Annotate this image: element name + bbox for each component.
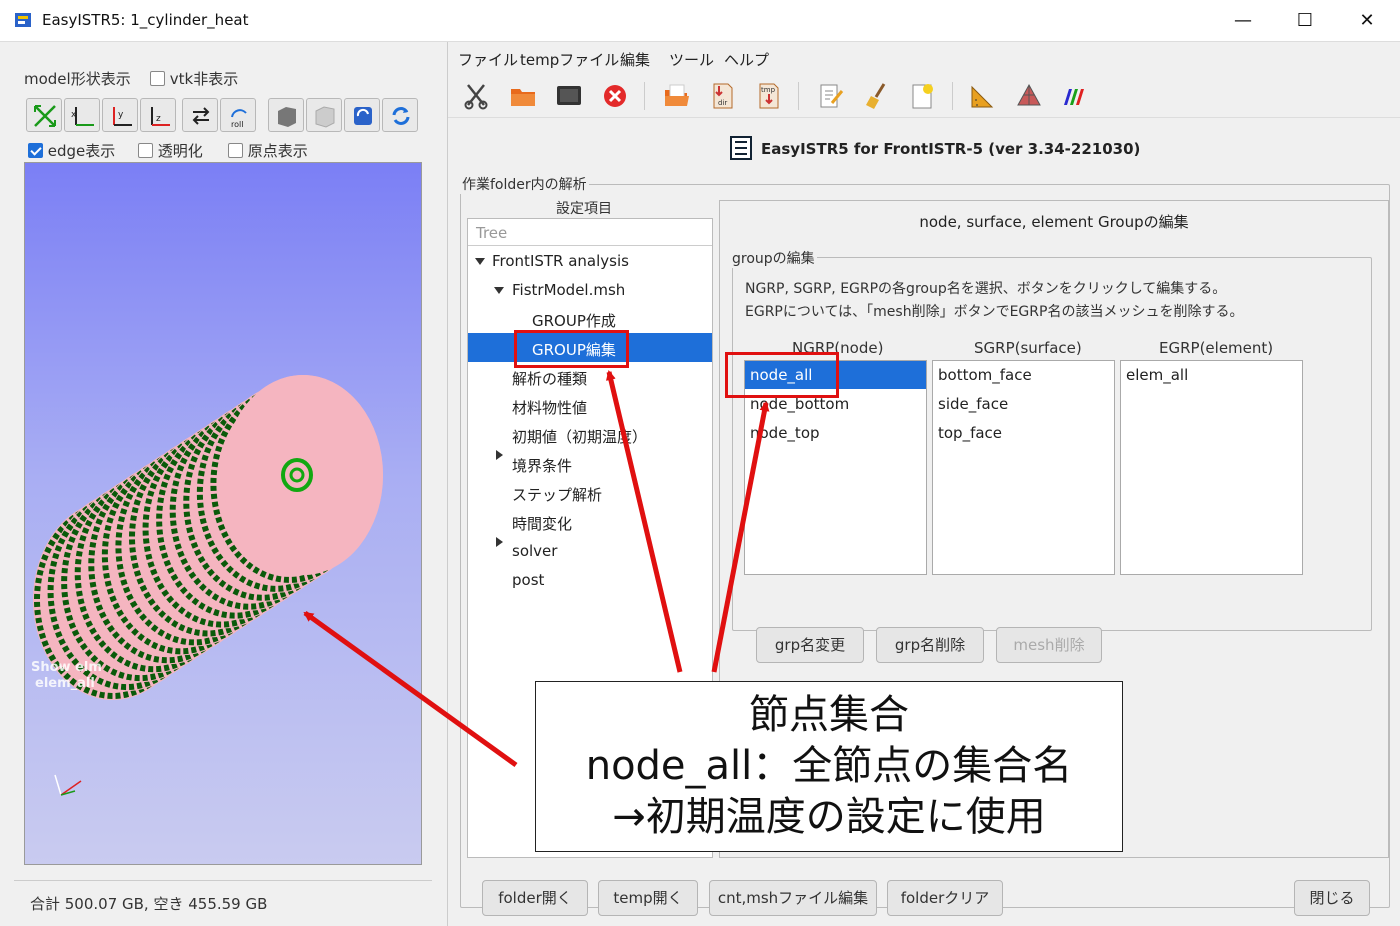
arrow-to-group-edit xyxy=(605,370,683,673)
arrow-to-node-all xyxy=(711,401,770,673)
callout-line-3: →初期温度の設定に使用 xyxy=(612,794,1046,840)
callout-line-1: 節点集合 xyxy=(749,692,909,738)
annotation-callout: 節点集合 node_all：全節点の集合名 →初期温度の設定に使用 xyxy=(535,681,1123,852)
callout-line-2: node_all：全節点の集合名 xyxy=(585,743,1073,789)
arrow-to-model xyxy=(303,610,518,768)
